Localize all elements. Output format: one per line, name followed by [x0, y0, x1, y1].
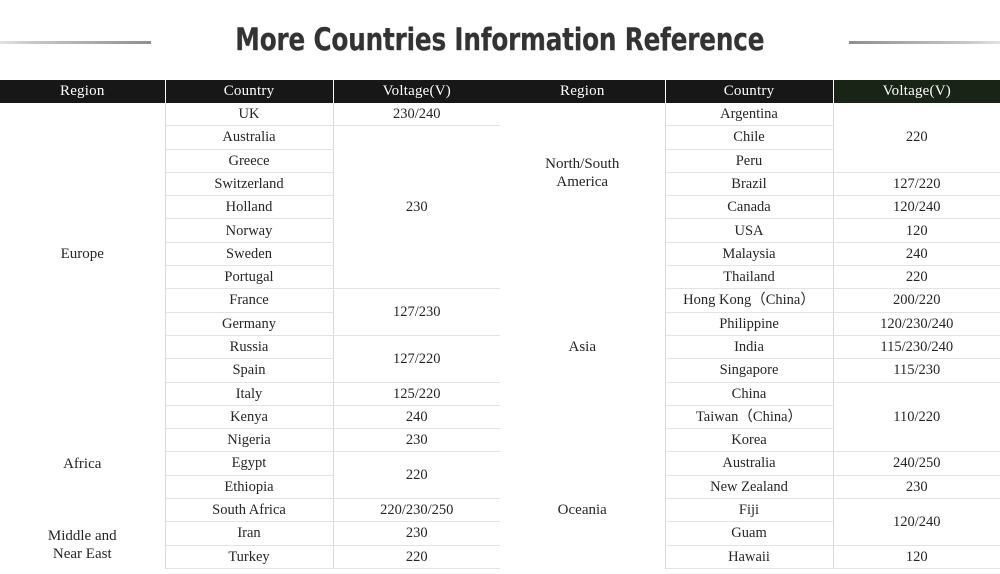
- voltage-cell: 240: [333, 405, 500, 430]
- voltage-cell: 220: [833, 265, 1000, 290]
- country-cell: Philippine: [664, 312, 834, 336]
- country-cell: Hong Kong（China）: [664, 288, 834, 313]
- country-cell: Singapore: [664, 358, 834, 383]
- region-cell: Oceania: [500, 451, 666, 569]
- voltage-cell: 220: [333, 451, 500, 500]
- voltage-cell: 127/220: [333, 335, 500, 383]
- voltage-cell: 120: [833, 545, 1000, 569]
- column-header-voltage[interactable]: Voltage(V): [833, 80, 1000, 103]
- voltage-cell: 110/220: [833, 382, 1000, 453]
- column-header-country[interactable]: Country: [665, 80, 834, 103]
- country-cell: Iran: [164, 521, 334, 546]
- page-title: More Countries Information Reference: [235, 21, 765, 58]
- country-cell: Peru: [664, 149, 834, 173]
- voltage-cell: 240/250: [833, 451, 1000, 476]
- voltage-cell: 120/230/240: [833, 312, 1000, 336]
- column-header-voltage[interactable]: Voltage(V): [333, 80, 500, 103]
- country-cell: Australia: [664, 451, 834, 476]
- column-header-region[interactable]: Region: [500, 80, 666, 103]
- country-cell: Taiwan（China）: [664, 405, 834, 430]
- country-cell: USA: [664, 218, 834, 243]
- table-row: Middle and Near East Iran 230: [0, 521, 500, 569]
- region-cell: Europe: [0, 103, 166, 406]
- voltage-cell: 115/230: [833, 358, 1000, 383]
- country-cell: Spain: [164, 358, 334, 383]
- voltage-cell: 230/240: [333, 103, 500, 127]
- table-row: North/South America Argentina 220: [500, 103, 1000, 243]
- country-cell: Brazil: [664, 172, 834, 197]
- country-cell: Australia: [164, 125, 334, 150]
- voltage-cell: 115/230/240: [833, 335, 1000, 360]
- table-row: Europe UK 230/240: [0, 103, 500, 406]
- column-header-country[interactable]: Country: [165, 80, 334, 103]
- title-band: More Countries Information Reference: [0, 0, 1000, 80]
- title-rule-right-icon: [848, 40, 1000, 44]
- country-cell: Hawaii: [664, 545, 834, 569]
- voltage-cell: 230: [333, 428, 500, 453]
- voltage-cell: 230: [333, 521, 500, 546]
- table-row: Oceania Australia 240/250: [500, 451, 1000, 569]
- country-cell: Fiji: [664, 498, 834, 523]
- voltage-cell: 120: [833, 218, 1000, 243]
- country-cell: Holland: [164, 195, 334, 220]
- voltage-cell: 127/220: [833, 172, 1000, 197]
- voltage-cell: 120/240: [833, 498, 1000, 546]
- voltage-cell: 220: [333, 545, 500, 569]
- country-cell: Switzerland: [164, 172, 334, 197]
- country-cell: Germany: [164, 312, 334, 336]
- voltage-cell: 240: [833, 242, 1000, 267]
- country-cell: Sweden: [164, 242, 334, 267]
- country-cell: UK: [164, 103, 334, 127]
- country-cell: Kenya: [164, 405, 334, 430]
- country-cell: Norway: [164, 218, 334, 243]
- table-row: Africa Kenya 240: [0, 405, 500, 522]
- country-cell: Canada: [664, 195, 834, 220]
- table-body-right: North/South America Argentina 220 Chile Peru B…: [500, 103, 1000, 569]
- voltage-cell: 127/230: [333, 288, 500, 336]
- title-rule-left-icon: [0, 40, 152, 44]
- country-cell: Malaysia: [664, 242, 834, 267]
- country-cell: Turkey: [164, 545, 334, 569]
- country-cell: Greece: [164, 149, 334, 173]
- tables-container: Region Country Voltage(V) Europe UK 230/24…: [0, 80, 1000, 569]
- country-cell: Italy: [164, 382, 334, 406]
- country-cell: South Africa: [164, 498, 334, 523]
- header-row: Region Country Voltage(V): [500, 80, 1000, 103]
- country-cell: France: [164, 288, 334, 313]
- country-cell: China: [664, 382, 834, 406]
- country-cell: Egypt: [164, 451, 334, 476]
- country-cell: Thailand: [664, 265, 834, 290]
- voltage-cell: 230: [833, 475, 1000, 500]
- country-cell: Nigeria: [164, 428, 334, 453]
- table-header-right: Region Country Voltage(V): [500, 80, 1000, 103]
- country-cell: Guam: [664, 521, 834, 546]
- table-body-left: Europe UK 230/240 Australia 230 Greece Switzer…: [0, 103, 500, 569]
- voltage-cell: 200/220: [833, 288, 1000, 313]
- table-row: Asia Malaysia 240: [500, 242, 1000, 452]
- voltage-cell: 125/220: [333, 382, 500, 406]
- header-row: Region Country Voltage(V): [0, 80, 500, 103]
- region-cell: North/South America: [500, 103, 666, 243]
- voltage-table-left: Region Country Voltage(V) Europe UK 230/24…: [0, 80, 500, 569]
- country-cell: Ethiopia: [164, 475, 334, 500]
- voltage-cell: 220: [833, 103, 1000, 173]
- country-cell: New Zealand: [664, 475, 834, 500]
- region-cell: Middle and Near East: [0, 521, 166, 569]
- column-header-region[interactable]: Region: [0, 80, 166, 103]
- country-cell: Russia: [164, 335, 334, 360]
- voltage-cell: 230: [333, 125, 500, 290]
- region-cell: Asia: [500, 242, 666, 452]
- voltage-cell: 220/230/250: [333, 498, 500, 523]
- table-header-left: Region Country Voltage(V): [0, 80, 500, 103]
- voltage-table-right: Region Country Voltage(V) North/South Ame…: [500, 80, 1000, 569]
- country-cell: India: [664, 335, 834, 360]
- country-cell: Portugal: [164, 265, 334, 290]
- country-cell: Korea: [664, 428, 834, 453]
- country-cell: Argentina: [664, 103, 834, 127]
- region-cell: Africa: [0, 405, 166, 522]
- country-cell: Chile: [664, 125, 834, 150]
- voltage-cell: 120/240: [833, 195, 1000, 220]
